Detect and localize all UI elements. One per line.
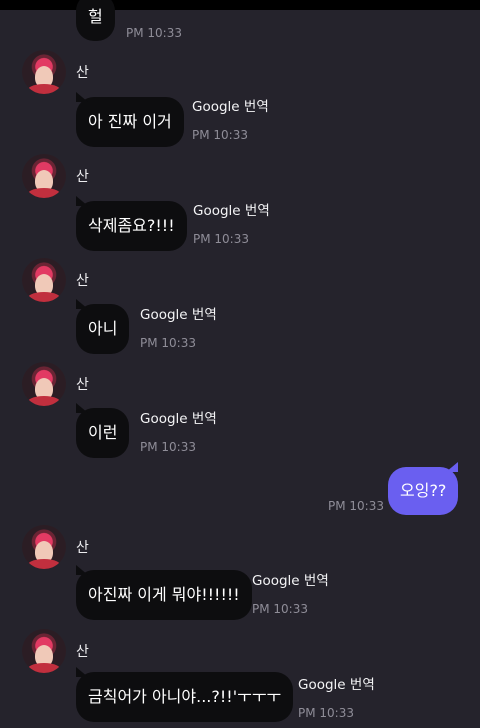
google-translate-link[interactable]: Google 번역	[192, 98, 269, 116]
google-translate-link[interactable]: Google 번역	[140, 410, 217, 428]
avatar[interactable]	[22, 629, 66, 673]
avatar[interactable]	[22, 50, 66, 94]
status-bar	[0, 0, 480, 10]
google-translate-link[interactable]: Google 번역	[252, 572, 329, 590]
avatar[interactable]	[22, 525, 66, 569]
message-bubble[interactable]: 아니	[76, 299, 130, 354]
google-translate-link[interactable]: Google 번역	[193, 202, 270, 220]
outgoing-message-bubble[interactable]: 오잉??	[388, 462, 459, 515]
message-time: PM 10:33	[140, 440, 196, 454]
message-text: 아 진짜 이거	[88, 112, 172, 131]
sender-name: 산	[76, 273, 89, 289]
message-text: 삭제좀요?!!!	[88, 216, 175, 235]
google-translate-link[interactable]: Google 번역	[140, 306, 217, 324]
avatar[interactable]	[22, 154, 66, 198]
message-text: 이런	[88, 423, 118, 442]
message-time: PM 10:33	[252, 602, 308, 616]
avatar[interactable]	[22, 362, 66, 406]
message-bubble[interactable]: 금칙어가 아니야...?!!'ㅜㅜㅜ	[76, 667, 294, 722]
sender-name: 산	[76, 377, 89, 393]
message-bubble[interactable]: 이런	[76, 403, 130, 458]
message-bubble[interactable]: 아진짜 이게 뭐야!!!!!!	[76, 565, 252, 620]
message-text: 금칙어가 아니야...?!!'ㅜㅜㅜ	[88, 687, 282, 706]
message-time: PM 10:33	[140, 336, 196, 350]
message-time: PM 10:33	[328, 499, 384, 513]
message-text: 아진짜 이게 뭐야!!!!!!	[88, 585, 240, 604]
avatar[interactable]	[22, 258, 66, 302]
message-time: PM 10:33	[192, 128, 248, 142]
message-time: PM 10:33	[126, 26, 182, 40]
sender-name: 산	[76, 644, 89, 660]
message-text: 헐	[88, 7, 103, 26]
message-time: PM 10:33	[193, 232, 249, 246]
sender-name: 산	[76, 169, 89, 185]
sender-name: 산	[76, 540, 89, 556]
message-text: 오잉??	[400, 481, 447, 500]
google-translate-link[interactable]: Google 번역	[298, 676, 375, 694]
message-bubble[interactable]: 삭제좀요?!!!	[76, 196, 187, 251]
message-time: PM 10:33	[298, 706, 354, 720]
message-bubble[interactable]: 아 진짜 이거	[76, 92, 184, 147]
message-text: 아니	[88, 319, 118, 338]
message-bubble[interactable]: 헐	[76, 0, 115, 41]
sender-name: 산	[76, 65, 89, 81]
